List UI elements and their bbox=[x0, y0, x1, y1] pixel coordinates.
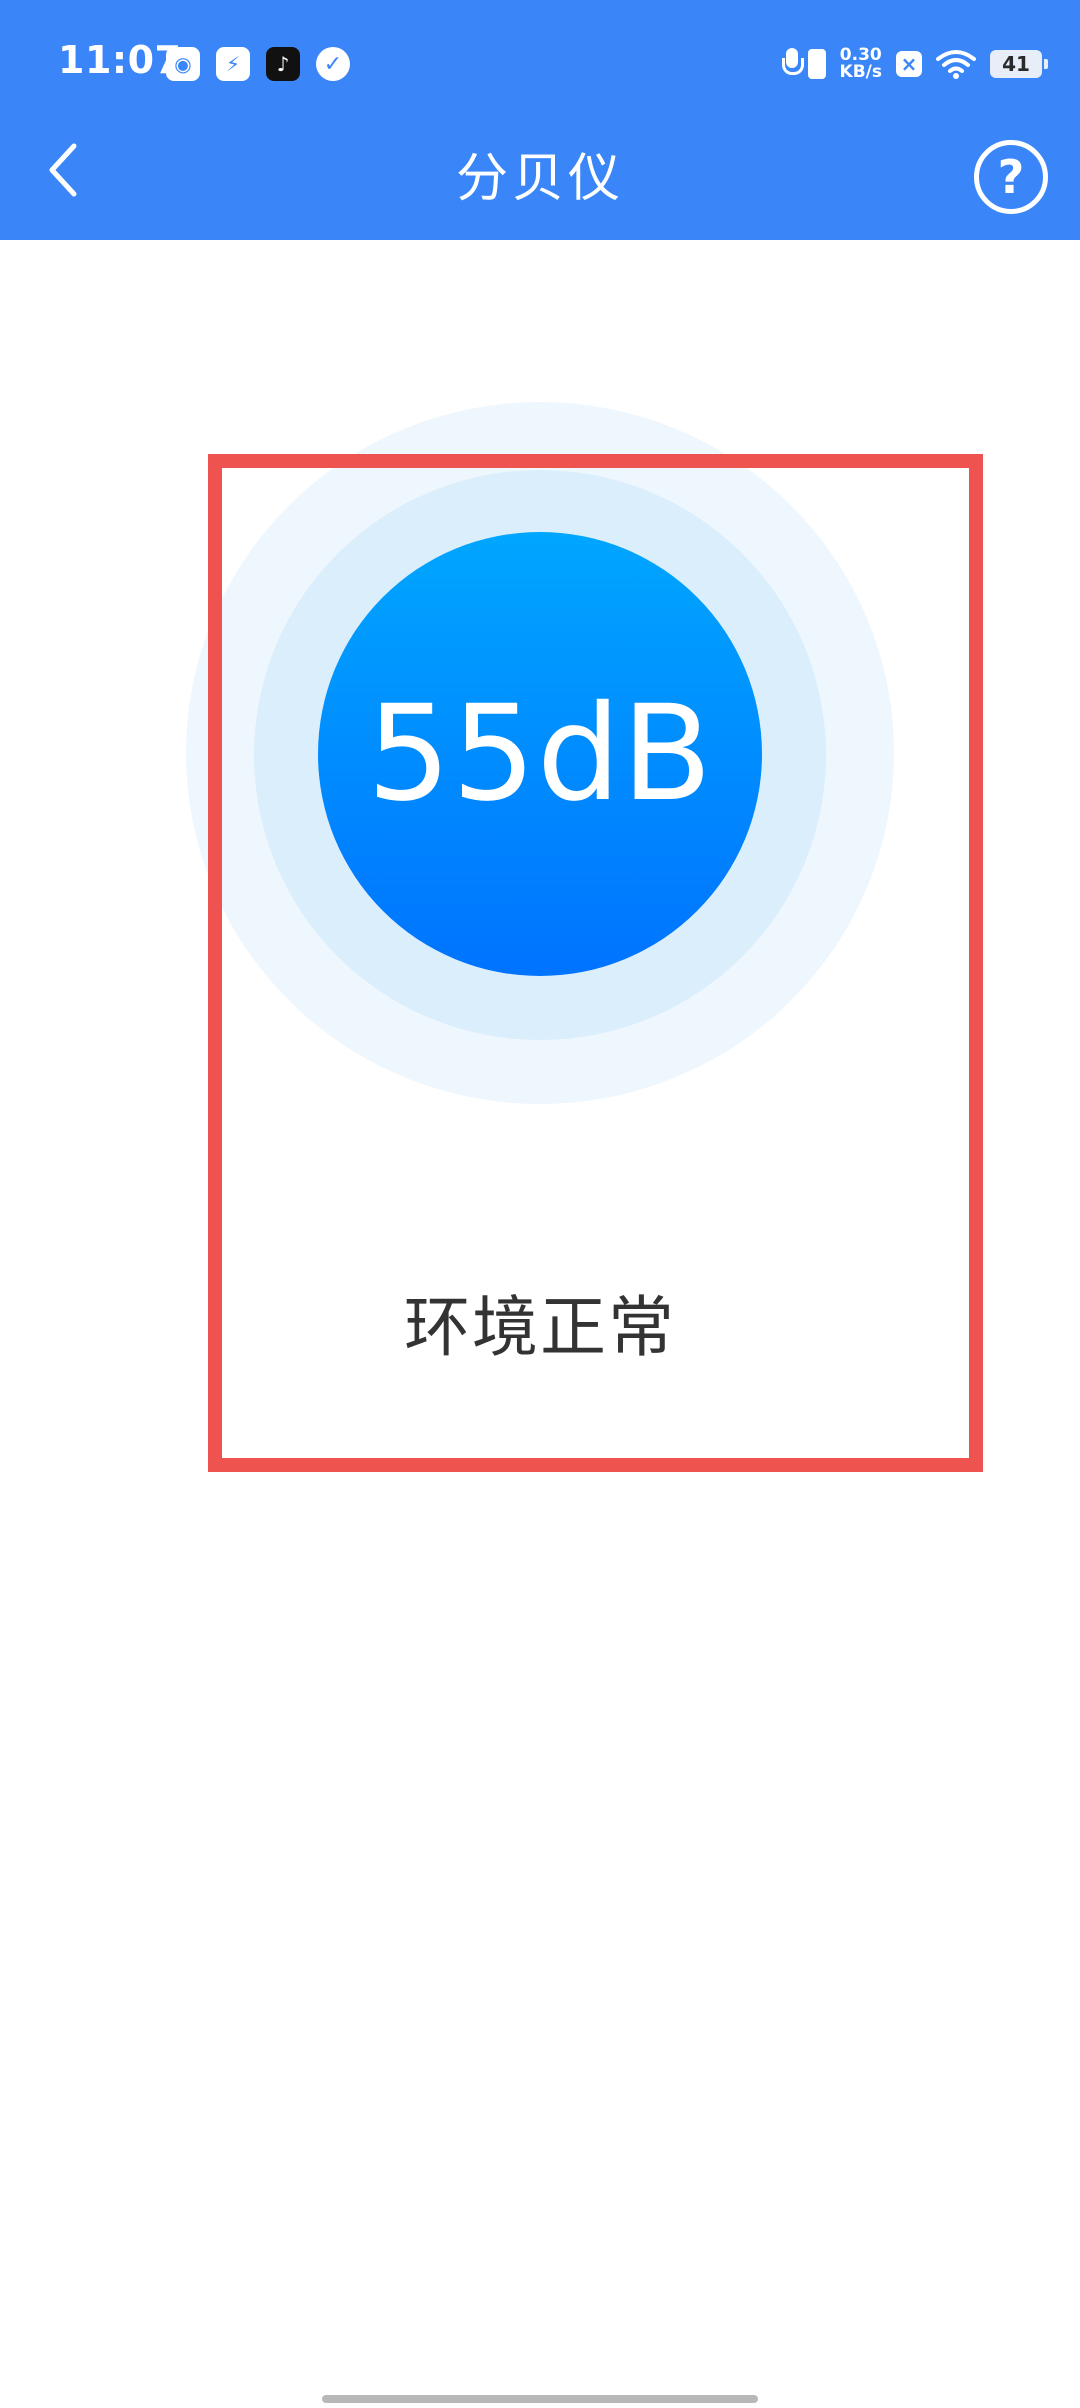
tiktok-icon: ♪ bbox=[266, 47, 300, 81]
page-title: 分贝仪 bbox=[455, 149, 624, 209]
question-circle-icon: ? bbox=[997, 150, 1025, 204]
status-time: 11:07 bbox=[58, 38, 182, 82]
battery-level: 41 bbox=[1002, 52, 1030, 76]
vibrate-icon bbox=[807, 49, 826, 79]
check-circle-icon: ✓ bbox=[316, 47, 350, 81]
microphone-icon bbox=[781, 48, 804, 80]
header: 11:07 ◉ ⚡ ♪ ✓ 0.30 KB/s × 41 分贝仪 ? bbox=[0, 0, 1080, 240]
highlight-box bbox=[208, 454, 983, 1472]
help-button[interactable]: ? bbox=[974, 140, 1048, 214]
app-notification-icon: ◉ bbox=[166, 47, 200, 81]
network-speed: 0.30 KB/s bbox=[840, 47, 882, 81]
wifi-icon bbox=[936, 50, 976, 79]
notification-icons: ◉ ⚡ ♪ ✓ bbox=[166, 45, 350, 83]
flash-app-icon: ⚡ bbox=[216, 47, 250, 81]
battery-icon: 41 bbox=[990, 50, 1048, 78]
no-sim-icon: × bbox=[896, 51, 922, 77]
network-speed-unit: KB/s bbox=[839, 62, 882, 82]
mic-vibrate-group bbox=[781, 48, 826, 80]
system-status-icons: 0.30 KB/s × 41 bbox=[781, 44, 1048, 84]
home-indicator[interactable] bbox=[322, 2395, 758, 2403]
